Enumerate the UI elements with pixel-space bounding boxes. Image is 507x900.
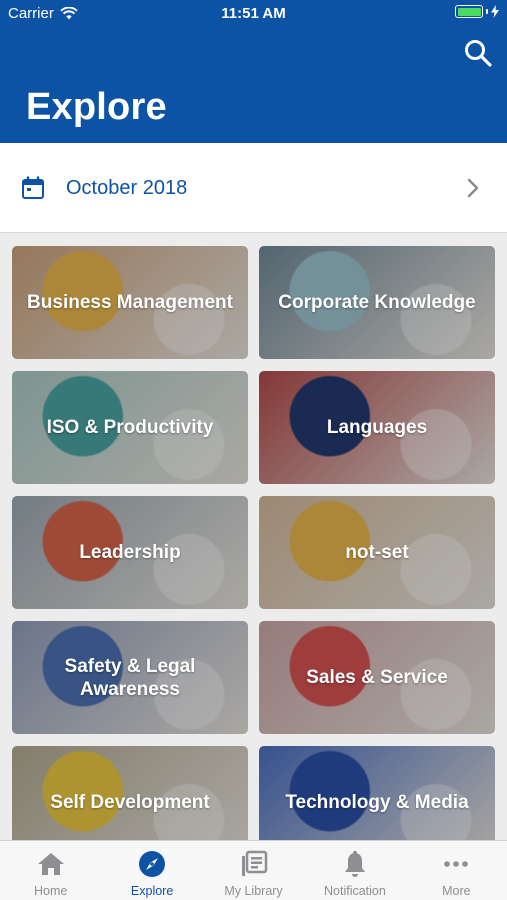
status-bar: Carrier 11:51 AM: [0, 0, 507, 28]
category-tile[interactable]: not-set: [259, 496, 495, 609]
calendar-icon: [22, 176, 44, 199]
category-label: Languages: [326, 417, 428, 438]
category-label: Self Development: [50, 792, 210, 813]
category-label: not-set: [345, 542, 409, 563]
category-tile[interactable]: Sales & Service: [259, 621, 495, 734]
category-tile[interactable]: Safety & Legal Awareness: [12, 621, 248, 734]
page-title: Explore: [26, 86, 167, 128]
category-tile[interactable]: Languages: [259, 371, 495, 484]
category-grid: Business Management Corporate Knowledge IS…: [12, 246, 495, 840]
category-label: Business Management: [27, 292, 233, 313]
category-label: ISO & Productivity: [46, 417, 214, 438]
tab-notification[interactable]: Notification: [304, 841, 405, 900]
status-time: 11:51 AM: [221, 5, 286, 22]
library-icon: [240, 850, 268, 878]
category-tile[interactable]: Technology & Media: [259, 746, 495, 840]
category-label: Sales & Service: [306, 667, 448, 688]
home-icon: [37, 850, 65, 878]
category-tile[interactable]: Corporate Knowledge: [259, 246, 495, 359]
tab-label: Explore: [130, 884, 174, 898]
category-label: Safety & Legal Awareness: [64, 655, 196, 700]
battery-icon: [455, 5, 499, 18]
category-label: Leadership: [79, 542, 181, 563]
tab-label: More: [442, 884, 471, 898]
compass-icon: [138, 850, 166, 878]
bell-icon: [342, 850, 368, 878]
tab-more[interactable]: More: [406, 841, 507, 900]
category-label: Technology & Media: [285, 792, 469, 813]
category-tile[interactable]: Self Development: [12, 746, 248, 840]
tab-home[interactable]: Home: [0, 841, 101, 900]
date-selector[interactable]: October 2018: [0, 143, 507, 233]
tab-explore[interactable]: Explore: [101, 841, 202, 900]
chevron-right-icon: [467, 178, 479, 198]
tab-label: My Library: [224, 884, 283, 898]
category-tile[interactable]: Business Management: [12, 246, 248, 359]
date-label: October 2018: [66, 177, 188, 199]
tab-bar: Home Explore My Library Notification More: [0, 840, 507, 900]
more-icon: [442, 850, 470, 878]
app-header: Carrier 11:51 AM Explore: [0, 0, 507, 143]
category-tile[interactable]: Leadership: [12, 496, 248, 609]
tab-label: Notification: [324, 884, 386, 898]
category-label: Corporate Knowledge: [278, 292, 476, 313]
category-tile[interactable]: ISO & Productivity: [12, 371, 248, 484]
charging-bolt-icon: [491, 5, 499, 18]
search-icon[interactable]: [463, 38, 493, 68]
tab-label: Home: [34, 884, 68, 898]
tab-my-library[interactable]: My Library: [203, 841, 304, 900]
